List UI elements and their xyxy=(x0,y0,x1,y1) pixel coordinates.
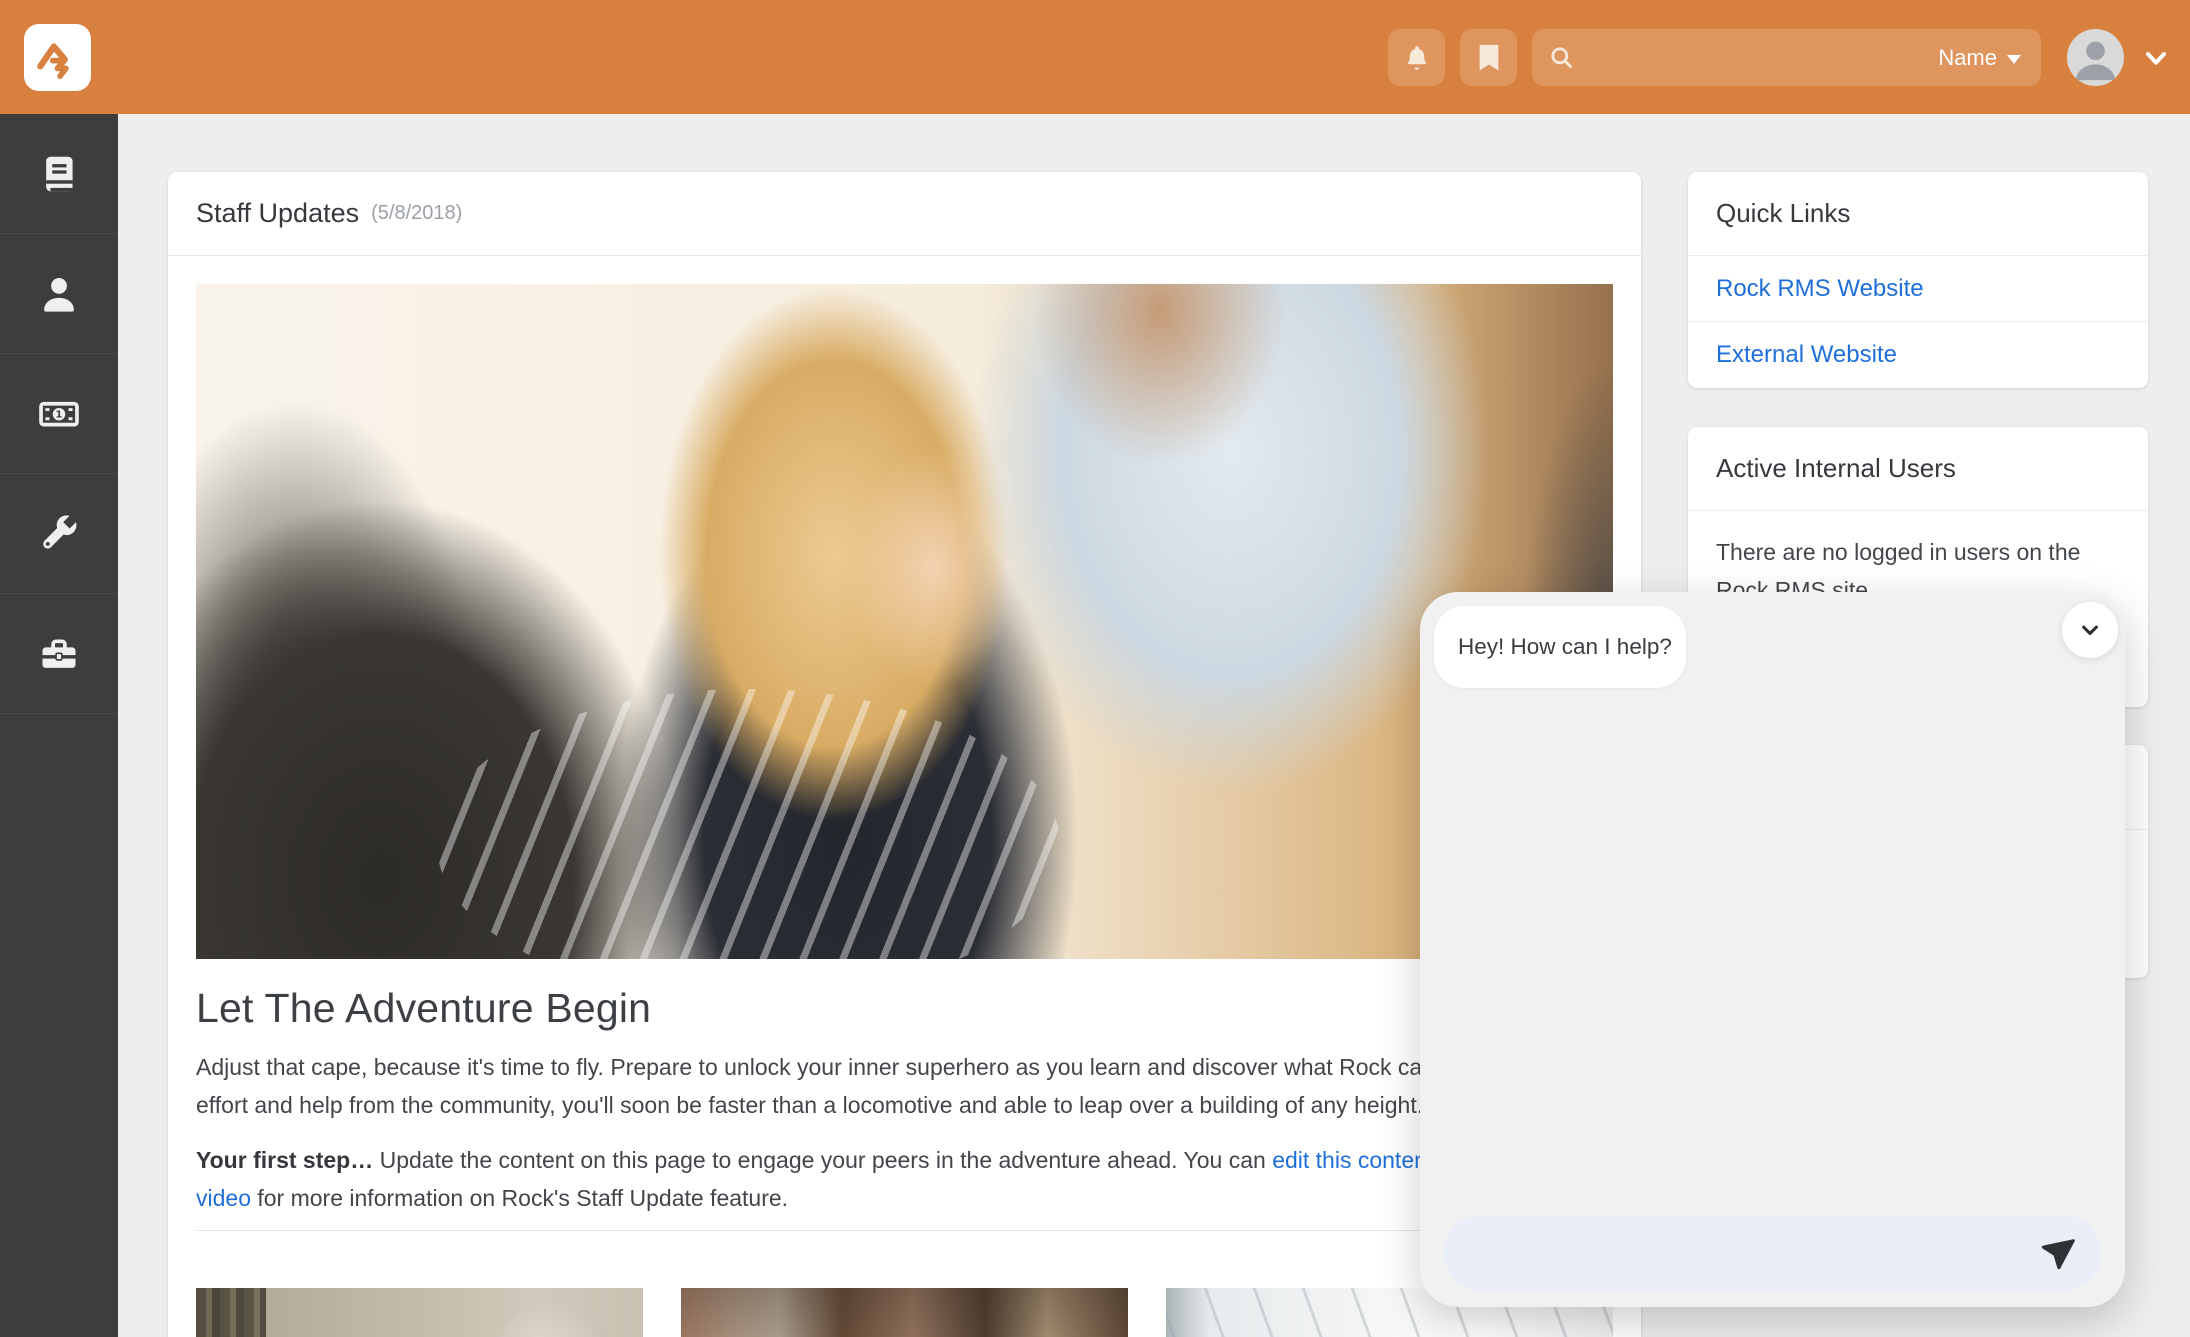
money-icon: 1 xyxy=(37,392,81,436)
thumbnail-detail xyxy=(495,1298,615,1337)
quick-link-row: Rock RMS Website xyxy=(1688,255,2148,321)
sidebar-item-toolbox[interactable] xyxy=(0,594,118,714)
quick-links-title: Quick Links xyxy=(1688,172,2148,255)
wrench-icon xyxy=(37,512,81,556)
rock-rms-website-link[interactable]: Rock RMS Website xyxy=(1716,275,1924,303)
article-hero-image xyxy=(196,284,1613,959)
chat-send-button[interactable] xyxy=(2035,1231,2079,1275)
send-icon xyxy=(2039,1235,2075,1271)
quick-link-row: External Website xyxy=(1688,321,2148,387)
external-website-link[interactable]: External Website xyxy=(1716,341,1897,369)
chevron-down-icon xyxy=(2136,42,2176,74)
article-heading: Let The Adventure Begin xyxy=(196,985,1613,1031)
article-paragraph-1: Adjust that cape, because it's time to f… xyxy=(196,1048,1613,1124)
rock-logo-icon xyxy=(33,33,83,83)
card-title: Staff Updates xyxy=(196,198,359,229)
paragraph-line: Adjust that cape, because it's time to f… xyxy=(196,1048,1613,1086)
rock-logo[interactable] xyxy=(24,24,91,91)
sidebar-item-intranet[interactable] xyxy=(0,114,118,234)
update-thumbnail-1[interactable] xyxy=(196,1288,643,1337)
video-link[interactable]: video xyxy=(196,1185,251,1211)
thumbnail-detail xyxy=(196,1288,266,1337)
chat-greeting-bubble: Hey! How can I help? xyxy=(1434,606,1686,688)
paragraph-line: effort and help from the community, you'… xyxy=(196,1086,1613,1124)
top-navigation-bar: Name xyxy=(0,0,2190,114)
staff-updates-header: Staff Updates (5/8/2018) xyxy=(168,172,1641,256)
book-icon xyxy=(37,152,81,196)
chat-collapse-button[interactable] xyxy=(2062,602,2118,658)
paragraph-line: video for more information on Rock's Sta… xyxy=(196,1179,1613,1217)
bookmarks-button[interactable] xyxy=(1460,29,1517,86)
hero-image-detail xyxy=(437,689,1060,959)
svg-text:1: 1 xyxy=(56,409,63,420)
person-silhouette-icon xyxy=(2067,29,2124,86)
sidebar-item-finance[interactable]: 1 xyxy=(0,354,118,474)
rock-rms-dashboard: Name xyxy=(0,0,2190,1337)
notifications-button[interactable] xyxy=(1388,29,1445,86)
sidebar-item-people[interactable] xyxy=(0,234,118,354)
left-icon-sidebar: 1 xyxy=(0,114,118,1337)
sidebar-item-admin-tools[interactable] xyxy=(0,474,118,594)
paragraph-text: Update the content on this page to engag… xyxy=(373,1147,1272,1173)
person-icon xyxy=(37,272,81,316)
search-icon xyxy=(1548,44,1575,71)
quick-links-card: Quick Links Rock RMS Website External We… xyxy=(1688,172,2148,388)
article: Let The Adventure Begin Adjust that cape… xyxy=(196,985,1613,1217)
caret-down-icon xyxy=(2007,55,2021,64)
thumbnail-detail xyxy=(681,1288,1128,1337)
first-step-label: Your first step… xyxy=(196,1147,373,1173)
update-thumbnail-2[interactable] xyxy=(681,1288,1128,1337)
article-paragraph-2: Your first step… Update the content on t… xyxy=(196,1141,1613,1217)
chat-widget: Hey! How can I help? xyxy=(1420,592,2125,1307)
chat-input-bar xyxy=(1444,1215,2101,1291)
global-search[interactable]: Name xyxy=(1532,29,2041,86)
card-date: (5/8/2018) xyxy=(371,202,462,225)
paragraph-line: Your first step… Update the content on t… xyxy=(196,1141,1613,1179)
profile-menu-toggle[interactable] xyxy=(2136,42,2176,74)
bell-icon xyxy=(1402,43,1432,73)
search-input[interactable] xyxy=(1587,45,1938,71)
search-scope-label: Name xyxy=(1938,45,1997,71)
user-avatar[interactable] xyxy=(2067,29,2124,86)
toolbox-icon xyxy=(37,632,81,676)
bookmark-icon xyxy=(1476,43,1502,73)
article-divider xyxy=(196,1230,1613,1231)
search-scope-dropdown[interactable]: Name xyxy=(1938,45,2021,71)
paragraph-text: for more information on Rock's Staff Upd… xyxy=(251,1185,788,1211)
active-users-title: Active Internal Users xyxy=(1688,427,2148,510)
chevron-down-icon xyxy=(2076,616,2104,644)
more-updates-row xyxy=(196,1288,1613,1337)
chat-message-input[interactable] xyxy=(1472,1240,2035,1266)
chat-greeting-text: Hey! How can I help? xyxy=(1458,634,1672,660)
